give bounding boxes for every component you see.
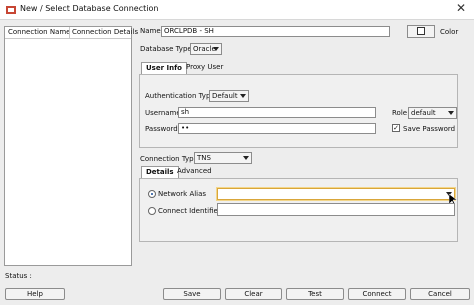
username-label: Username (145, 109, 181, 117)
column-connection-name[interactable]: Connection Name (8, 28, 70, 36)
role-label: Role (392, 109, 408, 117)
database-type-select[interactable]: Oracle (190, 43, 222, 55)
authentication-type-value: Default (212, 92, 238, 100)
connection-type-label: Connection Type (140, 155, 198, 163)
network-alias-select[interactable] (217, 188, 455, 200)
window-title: New / Select Database Connection (20, 4, 159, 13)
network-alias-radio[interactable] (148, 190, 156, 198)
save-password-checkbox[interactable]: ✓ (392, 124, 400, 132)
name-input[interactable]: ORCLPDB - SH (161, 26, 390, 37)
chevron-down-icon (243, 156, 249, 160)
connection-type-select[interactable]: TNS (194, 152, 252, 164)
connect-button[interactable]: Connect (348, 288, 406, 300)
password-label: Password (145, 125, 178, 133)
authentication-type-label: Authentication Type (145, 92, 215, 100)
connection-list-header: Connection Name Connection Details (5, 27, 138, 39)
status-label: Status : (5, 272, 32, 280)
authentication-type-select[interactable]: Default (209, 90, 249, 102)
save-button[interactable]: Save (163, 288, 221, 300)
test-button[interactable]: Test (286, 288, 344, 300)
help-button[interactable]: Help (5, 288, 65, 300)
network-alias-label: Network Alias (158, 190, 207, 198)
role-select[interactable]: default (408, 107, 457, 119)
connect-identifier-input[interactable] (217, 203, 455, 216)
save-password-label: Save Password (403, 125, 456, 133)
connection-type-value: TNS (197, 154, 211, 162)
clear-button[interactable]: Clear (225, 288, 282, 300)
color-label: Color (440, 28, 459, 36)
column-connection-details[interactable]: Connection Details (72, 28, 138, 36)
role-value: default (411, 109, 436, 117)
username-input[interactable]: sh (178, 107, 376, 118)
name-label: Name (140, 27, 161, 35)
color-button[interactable] (407, 25, 435, 38)
color-swatch-icon (417, 27, 425, 35)
connection-list[interactable]: Connection Name Connection Details (4, 26, 138, 266)
chevron-down-icon (240, 94, 246, 98)
chevron-down-icon (213, 47, 219, 51)
tab-user-info[interactable]: User Info (141, 62, 187, 74)
title-bar: New / Select Database Connection ✕ (0, 0, 474, 20)
database-type-label: Database Type (140, 45, 192, 53)
connect-identifier-label: Connect Identifier (158, 207, 221, 215)
chevron-down-icon (448, 111, 454, 115)
tab-advanced[interactable]: Advanced (173, 166, 216, 178)
connect-identifier-radio[interactable] (148, 207, 156, 215)
close-icon[interactable]: ✕ (452, 1, 470, 17)
password-input[interactable]: •• (178, 123, 376, 134)
tab-proxy-user[interactable]: Proxy User (182, 62, 227, 74)
app-icon (6, 6, 16, 14)
cancel-button[interactable]: Cancel (410, 288, 470, 300)
column-divider (69, 27, 70, 39)
